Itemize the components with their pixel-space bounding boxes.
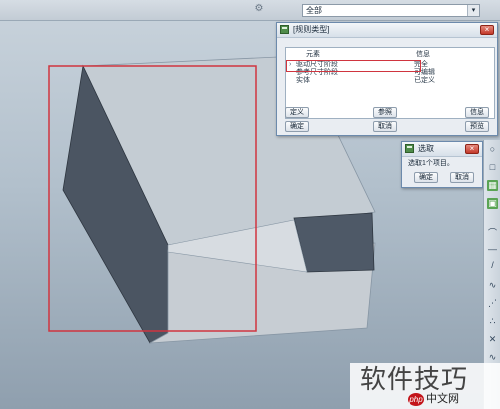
circle-tool-icon[interactable]: ○ [487, 144, 498, 155]
dialog-app-icon [405, 144, 414, 153]
chevron-down-icon[interactable]: ▾ [467, 5, 479, 16]
select-close-button[interactable]: × [465, 144, 479, 154]
arc-tool-icon[interactable]: ⌒ [487, 228, 498, 239]
spline-tool-icon[interactable]: ∿ [487, 280, 498, 291]
list-item-element: 实体 [296, 77, 310, 84]
top-toolbar: ⚙ 全部 ▾ [0, 0, 500, 21]
watermark: 软件技巧 php 中文网 [350, 363, 500, 409]
column-header-element[interactable]: 元素 [306, 50, 320, 59]
constraint-tool-icon[interactable]: ▣ [487, 198, 498, 209]
curve-tool-icon[interactable]: ∿ [487, 352, 498, 363]
trim-tool-icon[interactable]: ✕ [487, 334, 498, 345]
line-tool-icon[interactable]: — [487, 244, 498, 255]
watermark-text: 软件技巧 [360, 365, 469, 395]
select-ok-button[interactable]: 确定 [414, 172, 438, 183]
dialog-title: [规则类型] [293, 25, 330, 34]
rectangle-tool-icon[interactable]: □ [487, 162, 498, 173]
list-item-state: 已定义 [414, 77, 435, 84]
define-button[interactable]: 定义 [285, 107, 309, 118]
filter-value: 全部 [306, 6, 322, 15]
filter-dropdown[interactable]: 全部 ▾ [302, 4, 480, 17]
close-button[interactable]: × [480, 25, 494, 35]
info-button[interactable]: 信息 [465, 107, 489, 118]
select-prompt: 选取1个项目。 [408, 160, 454, 167]
ok-button[interactable]: 确定 [285, 121, 309, 132]
point-tool-icon[interactable]: ⋰ [487, 298, 498, 309]
php-logo: php [408, 393, 424, 406]
dialog-app-icon [280, 25, 289, 34]
select-dialog-title: 选取 [418, 144, 434, 153]
reference-button[interactable]: 参照 [373, 107, 397, 118]
row-highlight-box [286, 60, 421, 72]
rule-type-dialog: [规则类型] × 元素 信息 › 驱动尺寸阶段 完全 参考尺寸阶段 可编辑 实体… [276, 22, 498, 136]
preview-button[interactable]: 预览 [465, 121, 489, 132]
dialog-titlebar[interactable]: [规则类型] × [277, 23, 497, 38]
column-header-state[interactable]: 信息 [416, 50, 430, 59]
watermark-site: 中文网 [426, 393, 459, 405]
select-cancel-button[interactable]: 取消 [450, 172, 474, 183]
sketch-tool-icon[interactable]: ▦ [487, 180, 498, 191]
cancel-button[interactable]: 取消 [373, 121, 397, 132]
graphics-viewport[interactable]: ⚙ 全部 ▾ [规则类型] × 元素 信息 › 驱动尺寸阶段 完全 参考尺寸阶段… [0, 0, 500, 409]
dimension-tool-icon[interactable]: ∴ [487, 316, 498, 327]
box-notch-face[interactable] [293, 212, 375, 273]
select-dialog: 选取 × 选取1个项目。 确定 取消 [401, 141, 483, 188]
gear-icon[interactable]: ⚙ [254, 3, 264, 15]
diagonal-line-icon[interactable]: / [487, 260, 498, 271]
select-dialog-titlebar[interactable]: 选取 × [402, 142, 482, 157]
